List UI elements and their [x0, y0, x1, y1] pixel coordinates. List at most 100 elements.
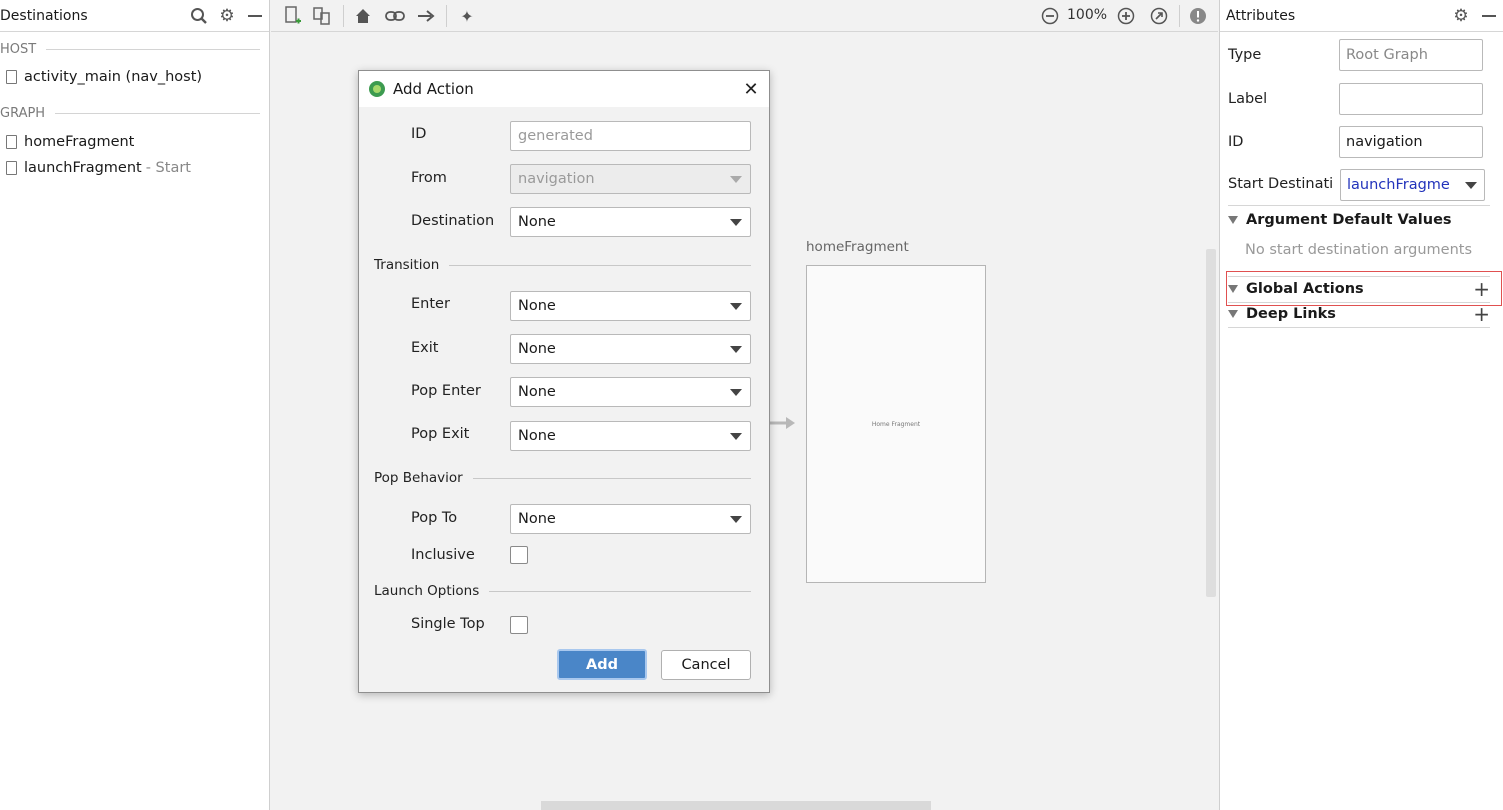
zoom-level: 100% — [1067, 7, 1108, 23]
tree-item-activity-main[interactable]: activity_main (nav_host) — [6, 69, 202, 85]
section-graph: GRAPH — [0, 106, 260, 121]
add-deep-link-icon[interactable]: + — [1473, 304, 1490, 324]
zoom-out-icon[interactable] — [1036, 2, 1064, 30]
chevron-down-icon — [730, 516, 742, 523]
id-label: ID — [1228, 134, 1244, 150]
destination-home-fragment[interactable]: Home Fragment — [806, 265, 986, 583]
label-field[interactable] — [1339, 83, 1483, 115]
type-field: Root Graph — [1339, 39, 1483, 71]
chevron-down-icon — [730, 176, 742, 183]
gear-icon[interactable]: ⚙ — [213, 2, 241, 30]
start-destination-label: Start Destinati — [1228, 176, 1334, 192]
fragment-file-icon — [6, 161, 17, 175]
exit-value: None — [518, 341, 556, 357]
destinations-header: Destinations ⚙ — [0, 0, 269, 32]
tree-item-launch-fragment[interactable]: launchFragment - Start — [6, 160, 191, 176]
pop-behavior-group: Pop Behavior — [374, 470, 751, 486]
tree-item-label: launchFragment — [24, 160, 142, 176]
launch-options-title: Launch Options — [374, 583, 480, 599]
warning-icon[interactable] — [1184, 2, 1212, 30]
attributes-title: Attributes — [1226, 7, 1296, 24]
search-icon[interactable] — [185, 2, 213, 30]
cancel-button[interactable]: Cancel — [661, 650, 751, 680]
auto-arrange-icon[interactable]: ✦ — [453, 2, 481, 30]
zoom-in-icon[interactable] — [1112, 2, 1140, 30]
from-label: From — [411, 170, 447, 186]
start-destination-select[interactable]: launchFragme — [1340, 169, 1485, 201]
start-destination-value: launchFragme — [1347, 177, 1450, 193]
tree-item-home-fragment[interactable]: homeFragment — [6, 134, 134, 150]
destination-label: homeFragment — [806, 239, 909, 255]
add-action-dialog: Add Action ✕ ID generated From navigatio… — [358, 70, 770, 693]
pop-exit-label: Pop Exit — [411, 426, 470, 442]
collapse-triangle-icon — [1228, 310, 1238, 318]
argument-defaults-title: Argument Default Values — [1246, 212, 1452, 228]
pop-to-label: Pop To — [411, 510, 458, 526]
pop-enter-label: Pop Enter — [411, 383, 481, 399]
deep-links-section[interactable]: Deep Links + — [1228, 304, 1490, 324]
gear-icon[interactable]: ⚙ — [1447, 2, 1475, 30]
destinations-panel: Destinations ⚙ HOST activity_main (nav_h… — [0, 0, 270, 810]
id-label: ID — [411, 126, 427, 142]
enter-select[interactable]: None — [510, 291, 751, 321]
single-top-checkbox[interactable] — [510, 616, 528, 634]
attributes-panel: Attributes ⚙ Type Root Graph Label ID na… — [1219, 0, 1503, 810]
horizontal-scrollbar[interactable] — [541, 801, 931, 810]
exit-select[interactable]: None — [510, 334, 751, 364]
pop-enter-select[interactable]: None — [510, 377, 751, 407]
home-icon[interactable] — [349, 2, 377, 30]
label-label: Label — [1228, 91, 1268, 107]
chevron-down-icon — [730, 389, 742, 396]
destination-select[interactable]: None — [510, 207, 751, 237]
action-arrow-icon[interactable] — [412, 2, 440, 30]
empty-arguments-text: No start destination arguments — [1245, 242, 1473, 258]
destination-label: Destination — [411, 213, 495, 229]
argument-defaults-section[interactable]: Argument Default Values — [1228, 212, 1490, 228]
launch-options-group: Launch Options — [374, 583, 751, 599]
id-field[interactable]: navigation — [1339, 126, 1483, 158]
chevron-down-icon — [730, 219, 742, 226]
destination-preview-text: Home Fragment — [871, 420, 921, 428]
link-icon[interactable] — [381, 2, 409, 30]
collapse-triangle-icon — [1228, 216, 1238, 224]
dialog-title: Add Action — [393, 80, 474, 98]
pop-to-select[interactable]: None — [510, 504, 751, 534]
attributes-header: Attributes ⚙ — [1220, 0, 1503, 32]
type-label: Type — [1228, 47, 1262, 63]
transition-group: Transition — [374, 257, 751, 273]
pop-exit-value: None — [518, 428, 556, 444]
zoom-to-fit-icon[interactable] — [1145, 2, 1173, 30]
minimize-icon[interactable] — [1475, 2, 1503, 30]
inclusive-checkbox[interactable] — [510, 546, 528, 564]
deep-links-title: Deep Links — [1246, 306, 1336, 322]
add-button[interactable]: Add — [557, 649, 647, 680]
vertical-scrollbar[interactable] — [1206, 249, 1216, 597]
chevron-down-icon — [730, 433, 742, 440]
enter-value: None — [518, 298, 556, 314]
new-destination-icon[interactable] — [279, 2, 307, 30]
destination-value: None — [518, 214, 556, 230]
section-host: HOST — [0, 42, 260, 57]
highlight-box — [1226, 271, 1502, 306]
minimize-icon[interactable] — [241, 2, 269, 30]
action-arrow — [768, 417, 795, 429]
section-host-label: HOST — [0, 42, 37, 57]
close-icon[interactable]: ✕ — [733, 79, 769, 100]
pop-exit-select[interactable]: None — [510, 421, 751, 451]
layout-file-icon — [6, 70, 17, 84]
fragment-file-icon — [6, 135, 17, 149]
section-graph-label: GRAPH — [0, 106, 46, 121]
nested-graph-icon[interactable] — [308, 2, 336, 30]
inclusive-label: Inclusive — [411, 547, 475, 563]
enter-label: Enter — [411, 296, 450, 312]
dialog-titlebar: Add Action ✕ — [359, 71, 769, 107]
android-studio-icon — [369, 81, 385, 97]
id-field[interactable]: generated — [510, 121, 751, 151]
pop-behavior-title: Pop Behavior — [374, 470, 463, 486]
pop-to-value: None — [518, 511, 556, 527]
chevron-down-icon — [1465, 182, 1477, 189]
tree-item-label: homeFragment — [24, 134, 135, 150]
editor-toolbar: ✦ 100% — [271, 0, 1218, 32]
chevron-down-icon — [730, 303, 742, 310]
single-top-label: Single Top — [411, 616, 485, 632]
